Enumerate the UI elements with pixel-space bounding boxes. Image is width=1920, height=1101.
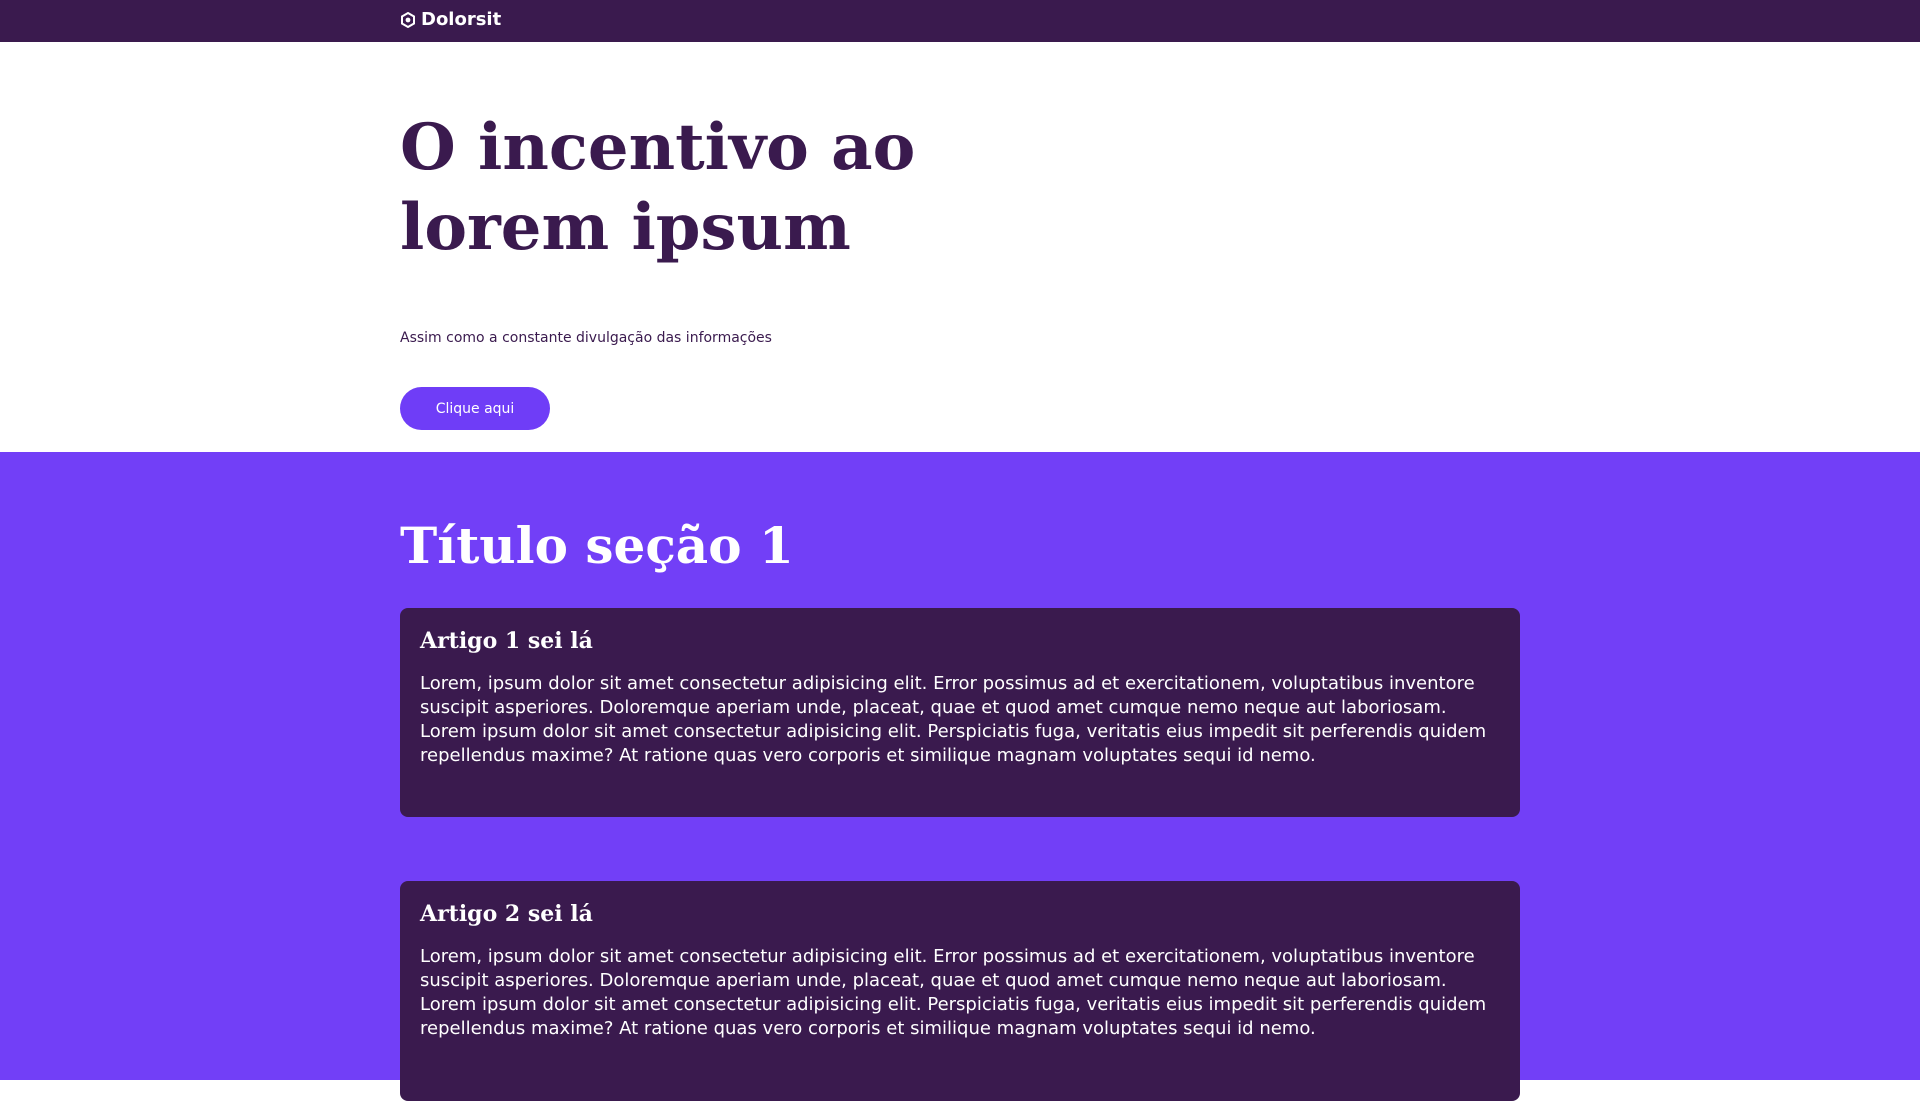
article-title: Artigo 2 sei lá — [420, 901, 593, 927]
hero-title: O incentivo ao lorem ipsum — [400, 110, 916, 265]
article-card-1: Artigo 1 sei lá Lorem, ipsum dolor sit a… — [400, 608, 1520, 817]
section-1: Título seção 1 Artigo 1 sei lá Lorem, ip… — [0, 452, 1920, 1101]
gear-hexagon-icon — [401, 12, 415, 28]
hero-section: O incentivo ao lorem ipsum Assim como a … — [0, 42, 1920, 452]
brand-name: Dolorsit — [421, 9, 502, 30]
section-title: Título seção 1 — [400, 516, 794, 575]
top-navbar: Dolorsit — [0, 0, 1920, 42]
article-body: Lorem, ipsum dolor sit amet consectetur … — [420, 673, 1487, 766]
hero-subtitle: Assim como a constante divulgação das in… — [400, 330, 772, 346]
article-title: Artigo 1 sei lá — [420, 628, 593, 654]
article-body: Lorem, ipsum dolor sit amet consectetur … — [420, 946, 1487, 1039]
article-card-2: Artigo 2 sei lá Lorem, ipsum dolor sit a… — [400, 881, 1520, 1101]
brand-logo-link[interactable]: Dolorsit — [400, 9, 501, 31]
cta-button[interactable]: Clique aqui — [400, 387, 550, 430]
